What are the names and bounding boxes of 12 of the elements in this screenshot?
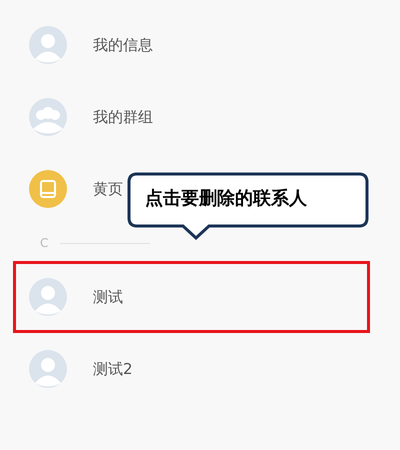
contact-name[interactable]: 我的群组 <box>93 108 153 126</box>
contact-name[interactable]: 我的信息 <box>93 36 153 54</box>
book-icon <box>29 170 67 208</box>
section-letter: C <box>40 236 48 250</box>
contact-name[interactable]: 测试2 <box>93 360 133 378</box>
person-avatar-icon <box>29 278 67 316</box>
contact-name[interactable]: 黄页 <box>93 180 123 198</box>
contact-name[interactable]: 测试 <box>93 288 123 306</box>
person-avatar-icon <box>29 26 67 64</box>
callout-text: 点击要删除的联系人 <box>145 187 307 210</box>
group-avatar-icon <box>29 98 67 136</box>
person-avatar-icon <box>29 350 67 388</box>
